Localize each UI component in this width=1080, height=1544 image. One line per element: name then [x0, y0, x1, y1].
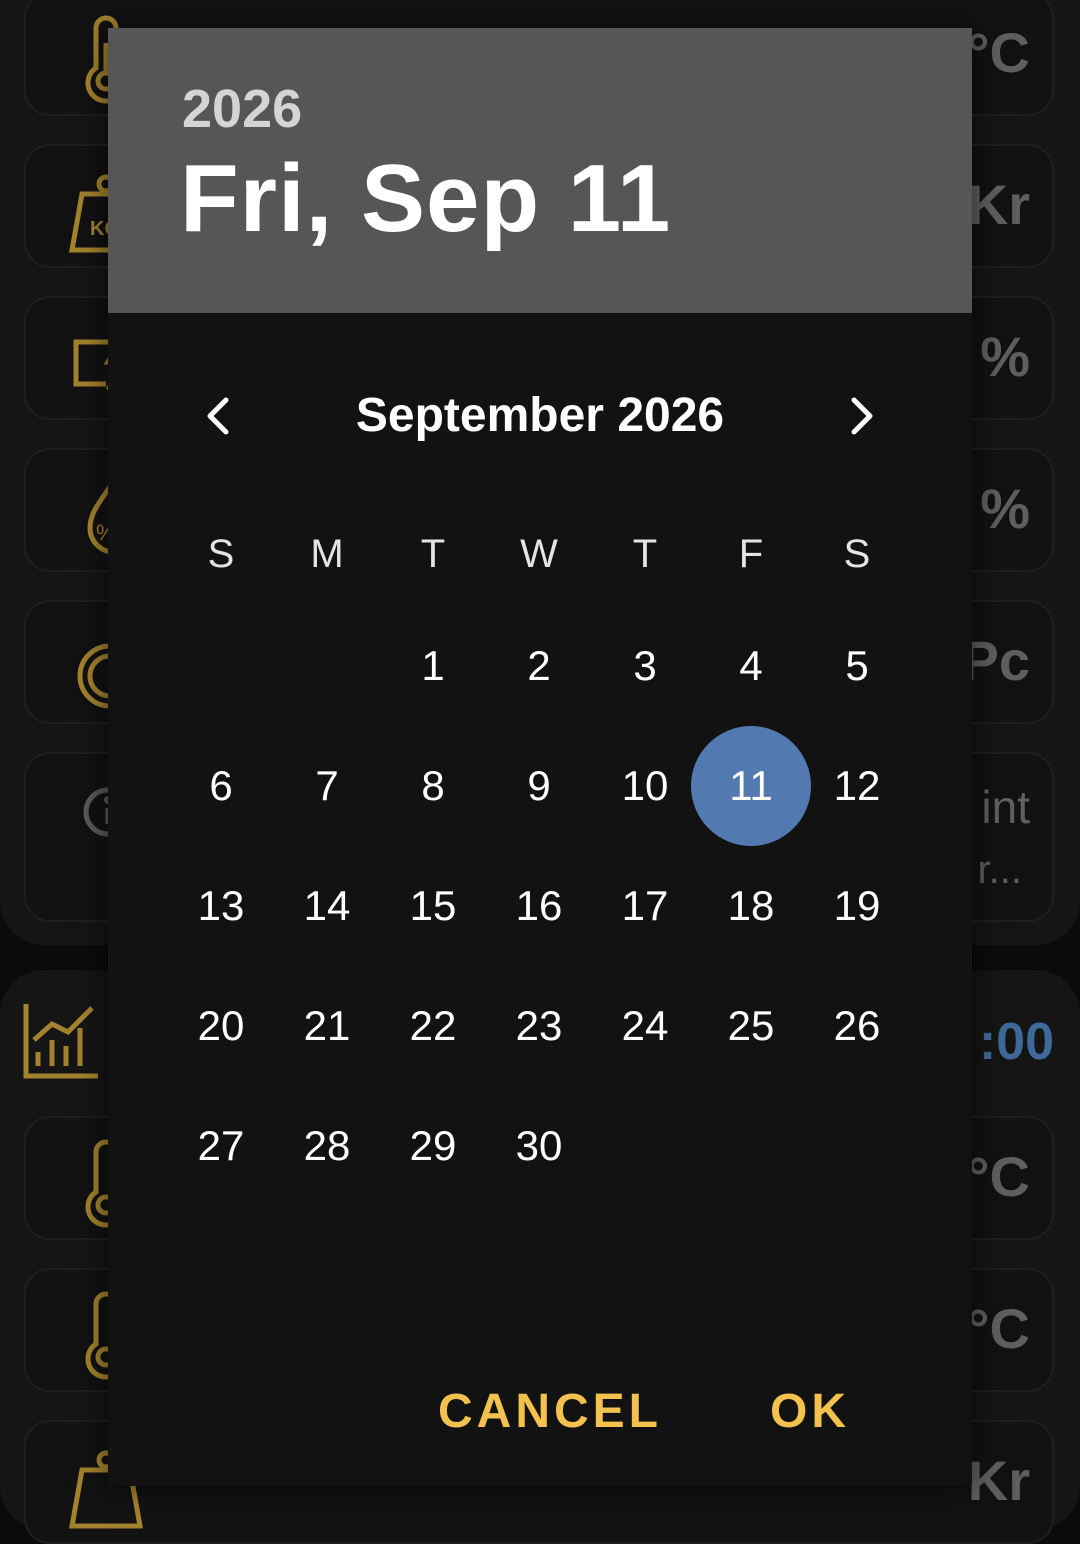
calendar-day[interactable]: 30: [486, 1116, 592, 1176]
weekday-label: T: [632, 532, 658, 576]
calendar-day[interactable]: 15: [380, 876, 486, 936]
calendar-day[interactable]: 19: [804, 876, 910, 936]
sensor-value: Kr: [967, 1449, 1030, 1512]
calendar-day[interactable]: 10: [592, 756, 698, 816]
weekday-label: M: [310, 532, 344, 576]
date-picker-dialog: 2026 Fri, Sep 11 September 2026 SMTWTFS …: [108, 28, 972, 1486]
calendar-day[interactable]: 20: [168, 996, 274, 1056]
weekday-label: F: [738, 532, 764, 576]
weekday-label: T: [420, 532, 446, 576]
calendar-day[interactable]: 24: [592, 996, 698, 1056]
calendar-day[interactable]: 17: [592, 876, 698, 936]
calendar-day[interactable]: 3: [592, 636, 698, 696]
calendar-day[interactable]: 21: [274, 996, 380, 1056]
sensor-value: °C: [967, 1145, 1030, 1208]
calendar-day[interactable]: 1: [380, 636, 486, 696]
calendar-day[interactable]: 25: [698, 996, 804, 1056]
calendar-day[interactable]: 14: [274, 876, 380, 936]
calendar-day[interactable]: 12: [804, 756, 910, 816]
calendar-day[interactable]: 2: [486, 636, 592, 696]
calendar-day[interactable]: 28: [274, 1116, 380, 1176]
calendar-day[interactable]: 27: [168, 1116, 274, 1176]
cancel-button[interactable]: CANCEL: [438, 1384, 662, 1439]
calendar-day[interactable]: 26: [804, 996, 910, 1056]
calendar-day[interactable]: 6: [168, 756, 274, 816]
sensor-value: int: [981, 781, 1030, 833]
ok-button[interactable]: OK: [770, 1384, 850, 1439]
calendar-day[interactable]: 29: [380, 1116, 486, 1176]
calendar-day[interactable]: 4: [698, 636, 804, 696]
sensor-value-secondary: r...: [977, 848, 1022, 892]
calendar-day[interactable]: 23: [486, 996, 592, 1056]
sensor-value: %: [980, 477, 1030, 540]
calendar-day[interactable]: 13: [168, 876, 274, 936]
calendar-day[interactable]: 16: [486, 876, 592, 936]
header-year[interactable]: 2026: [182, 78, 302, 140]
sensor-value: °C: [967, 1297, 1030, 1360]
chevron-right-icon[interactable]: [830, 386, 890, 446]
weekday-label: S: [207, 532, 235, 576]
weekday-label: S: [843, 532, 871, 576]
sensor-value: Kr: [967, 173, 1030, 236]
header-selected-date[interactable]: Fri, Sep 11: [180, 144, 671, 254]
chart-trend-icon: [23, 1004, 98, 1079]
calendar-day[interactable]: 5: [804, 636, 910, 696]
calendar-day[interactable]: 22: [380, 996, 486, 1056]
calendar-day[interactable]: 18: [698, 876, 804, 936]
calendar-day[interactable]: 7: [274, 756, 380, 816]
chart-value: :00: [978, 1013, 1054, 1071]
dialog-header: 2026 Fri, Sep 11: [108, 28, 972, 313]
calendar-day[interactable]: 8: [380, 756, 486, 816]
sensor-value: %: [980, 325, 1030, 388]
sensor-value: °C: [967, 21, 1030, 84]
calendar-day[interactable]: 9: [486, 756, 592, 816]
calendar-day-selected[interactable]: 11: [691, 726, 811, 846]
weekday-label: W: [520, 532, 558, 576]
